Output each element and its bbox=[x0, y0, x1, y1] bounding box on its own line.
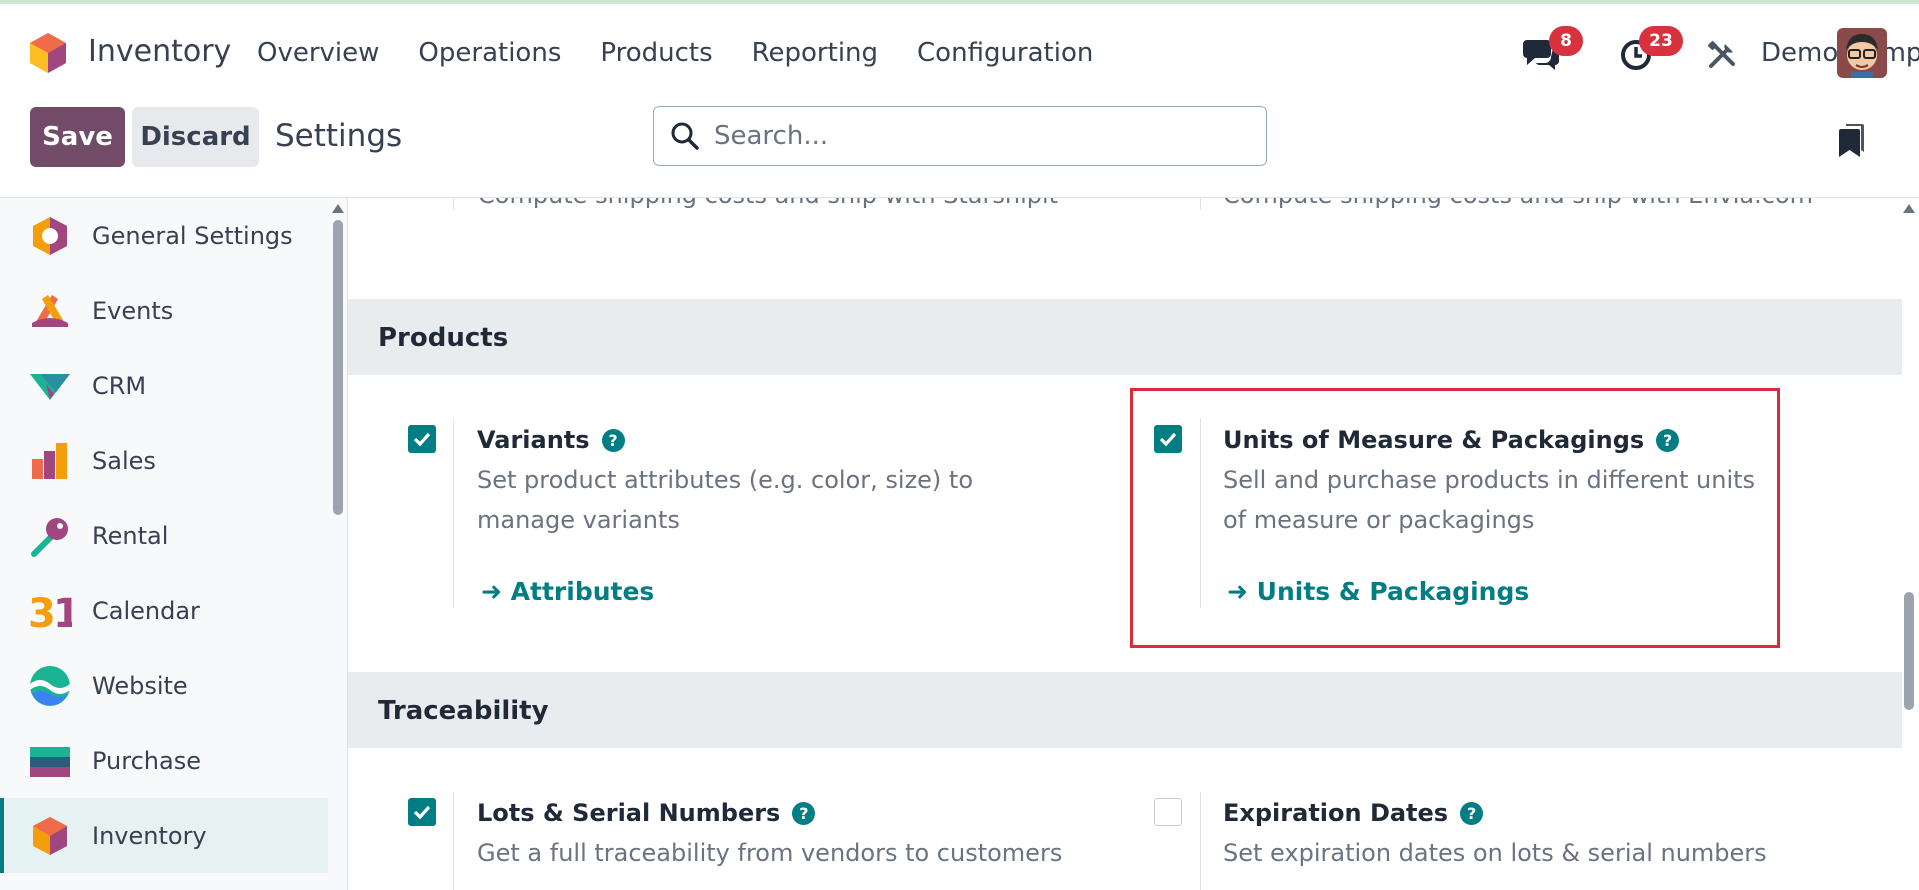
menu-operations[interactable]: Operations bbox=[418, 38, 561, 68]
section-title: Traceability bbox=[378, 696, 549, 726]
svg-text:1: 1 bbox=[53, 591, 72, 633]
section-title: Products bbox=[378, 323, 509, 353]
units-packagings-link[interactable]: ➜ Units & Packagings bbox=[1227, 577, 1529, 606]
sidebar-item-label: Sales bbox=[92, 446, 156, 475]
main-scroll-up-arrow[interactable] bbox=[1903, 204, 1915, 213]
bookmark-icon[interactable] bbox=[1838, 122, 1866, 158]
sidebar-item-website[interactable]: Website bbox=[0, 648, 328, 723]
menu-products[interactable]: Products bbox=[600, 38, 712, 68]
sidebar-item-purchase[interactable]: Purchase bbox=[0, 723, 328, 798]
sidebar-item-label: Rental bbox=[92, 521, 169, 550]
setting-title: Variants bbox=[477, 426, 590, 454]
inventory-icon bbox=[33, 816, 67, 855]
sidebar-scroll-up-arrow[interactable] bbox=[332, 204, 344, 213]
arrow-right-icon: ➜ bbox=[1227, 577, 1248, 606]
events-icon bbox=[32, 294, 68, 327]
setting-description: Get a full traceability from vendors to … bbox=[477, 839, 1063, 867]
crm-icon bbox=[30, 373, 70, 400]
inventory-app-icon[interactable] bbox=[28, 31, 68, 75]
sidebar-item-label: Website bbox=[92, 671, 188, 700]
link-label: Attributes bbox=[510, 577, 655, 606]
save-button[interactable]: Save bbox=[30, 107, 125, 167]
app-title[interactable]: Inventory bbox=[88, 34, 231, 69]
tools-icon[interactable] bbox=[1705, 38, 1739, 72]
purchase-icon bbox=[30, 746, 70, 777]
expiration-dates-setting: Expiration Dates? bbox=[1223, 799, 1484, 827]
help-icon[interactable]: ? bbox=[1656, 429, 1680, 452]
user-avatar[interactable] bbox=[1837, 28, 1887, 78]
uom-checkbox[interactable] bbox=[1154, 425, 1182, 453]
sidebar-item-label: CRM bbox=[92, 371, 147, 400]
lots-serial-setting: Lots & Serial Numbers? bbox=[477, 799, 816, 827]
sidebar-item-label: General Settings bbox=[92, 221, 293, 250]
sales-icon bbox=[32, 442, 67, 479]
search-input[interactable] bbox=[714, 115, 1254, 157]
settings-content: Compute shipping costs and ship with Sta… bbox=[348, 198, 1919, 890]
variants-setting: Variants? bbox=[477, 426, 625, 454]
divider bbox=[1200, 198, 1201, 210]
setting-description: Sell and purchase products in different … bbox=[1223, 466, 1756, 534]
general-settings-icon bbox=[33, 216, 67, 255]
activities-badge: 23 bbox=[1639, 26, 1683, 56]
calendar-icon: 3 1 bbox=[28, 591, 72, 633]
divider bbox=[1200, 418, 1201, 608]
top-navbar: Inventory Overview Operations Products R… bbox=[0, 0, 1919, 100]
setting-description: Set expiration dates on lots & serial nu… bbox=[1223, 839, 1767, 867]
sidebar-item-label: Purchase bbox=[92, 746, 201, 775]
search-icon bbox=[671, 122, 699, 150]
discard-button[interactable]: Discard bbox=[132, 107, 259, 167]
setting-title: Expiration Dates bbox=[1223, 799, 1449, 827]
help-icon[interactable]: ? bbox=[792, 802, 816, 825]
page-title: Settings bbox=[275, 118, 403, 154]
sidebar-item-sales[interactable]: Sales bbox=[0, 423, 328, 498]
sidebar-scroll-thumb[interactable] bbox=[333, 220, 343, 515]
arrow-right-icon: ➜ bbox=[481, 577, 502, 606]
cut-off-setting-desc: Compute shipping costs and ship with Sta… bbox=[478, 198, 1058, 209]
menu-configuration[interactable]: Configuration bbox=[917, 38, 1093, 68]
link-label: Units & Packagings bbox=[1256, 577, 1530, 606]
control-panel: Save Discard Settings bbox=[0, 100, 1919, 198]
sidebar-item-events[interactable]: Events bbox=[0, 273, 328, 348]
help-icon[interactable]: ? bbox=[601, 429, 625, 452]
sidebar-item-inventory[interactable]: Inventory bbox=[0, 798, 328, 873]
sidebar-item-label: Events bbox=[92, 296, 174, 325]
rental-key-icon bbox=[31, 517, 68, 557]
sidebar-item-label: Calendar bbox=[92, 596, 200, 625]
sidebar-item-general-settings[interactable]: General Settings bbox=[0, 198, 328, 273]
variants-checkbox[interactable] bbox=[408, 425, 436, 453]
setting-title: Lots & Serial Numbers bbox=[477, 799, 781, 827]
attributes-link[interactable]: ➜ Attributes bbox=[481, 577, 654, 606]
sidebar-item-label: Inventory bbox=[92, 821, 207, 850]
menu-overview[interactable]: Overview bbox=[257, 38, 379, 68]
systray: 8 23 Demo Company bbox=[1219, 26, 1919, 80]
main-scroll-thumb[interactable] bbox=[1904, 592, 1914, 710]
check-icon bbox=[1159, 432, 1177, 447]
svg-text:3: 3 bbox=[28, 591, 56, 633]
main-menu: Overview Operations Products Reporting C… bbox=[257, 38, 1132, 68]
check-icon bbox=[413, 805, 431, 820]
divider bbox=[453, 418, 454, 608]
divider bbox=[453, 792, 454, 890]
setting-title: Units of Measure & Packagings bbox=[1223, 426, 1645, 454]
check-icon bbox=[413, 432, 431, 447]
sidebar-item-calendar[interactable]: 3 1 Calendar bbox=[0, 573, 328, 648]
settings-sidebar: General Settings Events CRM Sales Rental… bbox=[0, 198, 348, 890]
lots-serial-checkbox[interactable] bbox=[408, 798, 436, 826]
expiration-dates-checkbox[interactable] bbox=[1154, 798, 1182, 826]
section-header-traceability: Traceability bbox=[348, 672, 1902, 748]
section-header-products: Products bbox=[348, 299, 1902, 375]
search-box[interactable] bbox=[653, 106, 1267, 166]
help-icon[interactable]: ? bbox=[1460, 802, 1484, 825]
cut-off-setting-desc: Compute shipping costs and ship with Env… bbox=[1223, 198, 1813, 209]
uom-setting: Units of Measure & Packagings? bbox=[1223, 426, 1680, 454]
divider bbox=[1200, 792, 1201, 890]
sidebar-item-crm[interactable]: CRM bbox=[0, 348, 328, 423]
setting-description: Set product attributes (e.g. color, size… bbox=[477, 466, 974, 534]
sidebar-item-rental[interactable]: Rental bbox=[0, 498, 328, 573]
divider bbox=[453, 198, 454, 210]
menu-reporting[interactable]: Reporting bbox=[752, 38, 878, 68]
website-icon bbox=[30, 665, 70, 706]
messages-badge: 8 bbox=[1549, 26, 1583, 56]
